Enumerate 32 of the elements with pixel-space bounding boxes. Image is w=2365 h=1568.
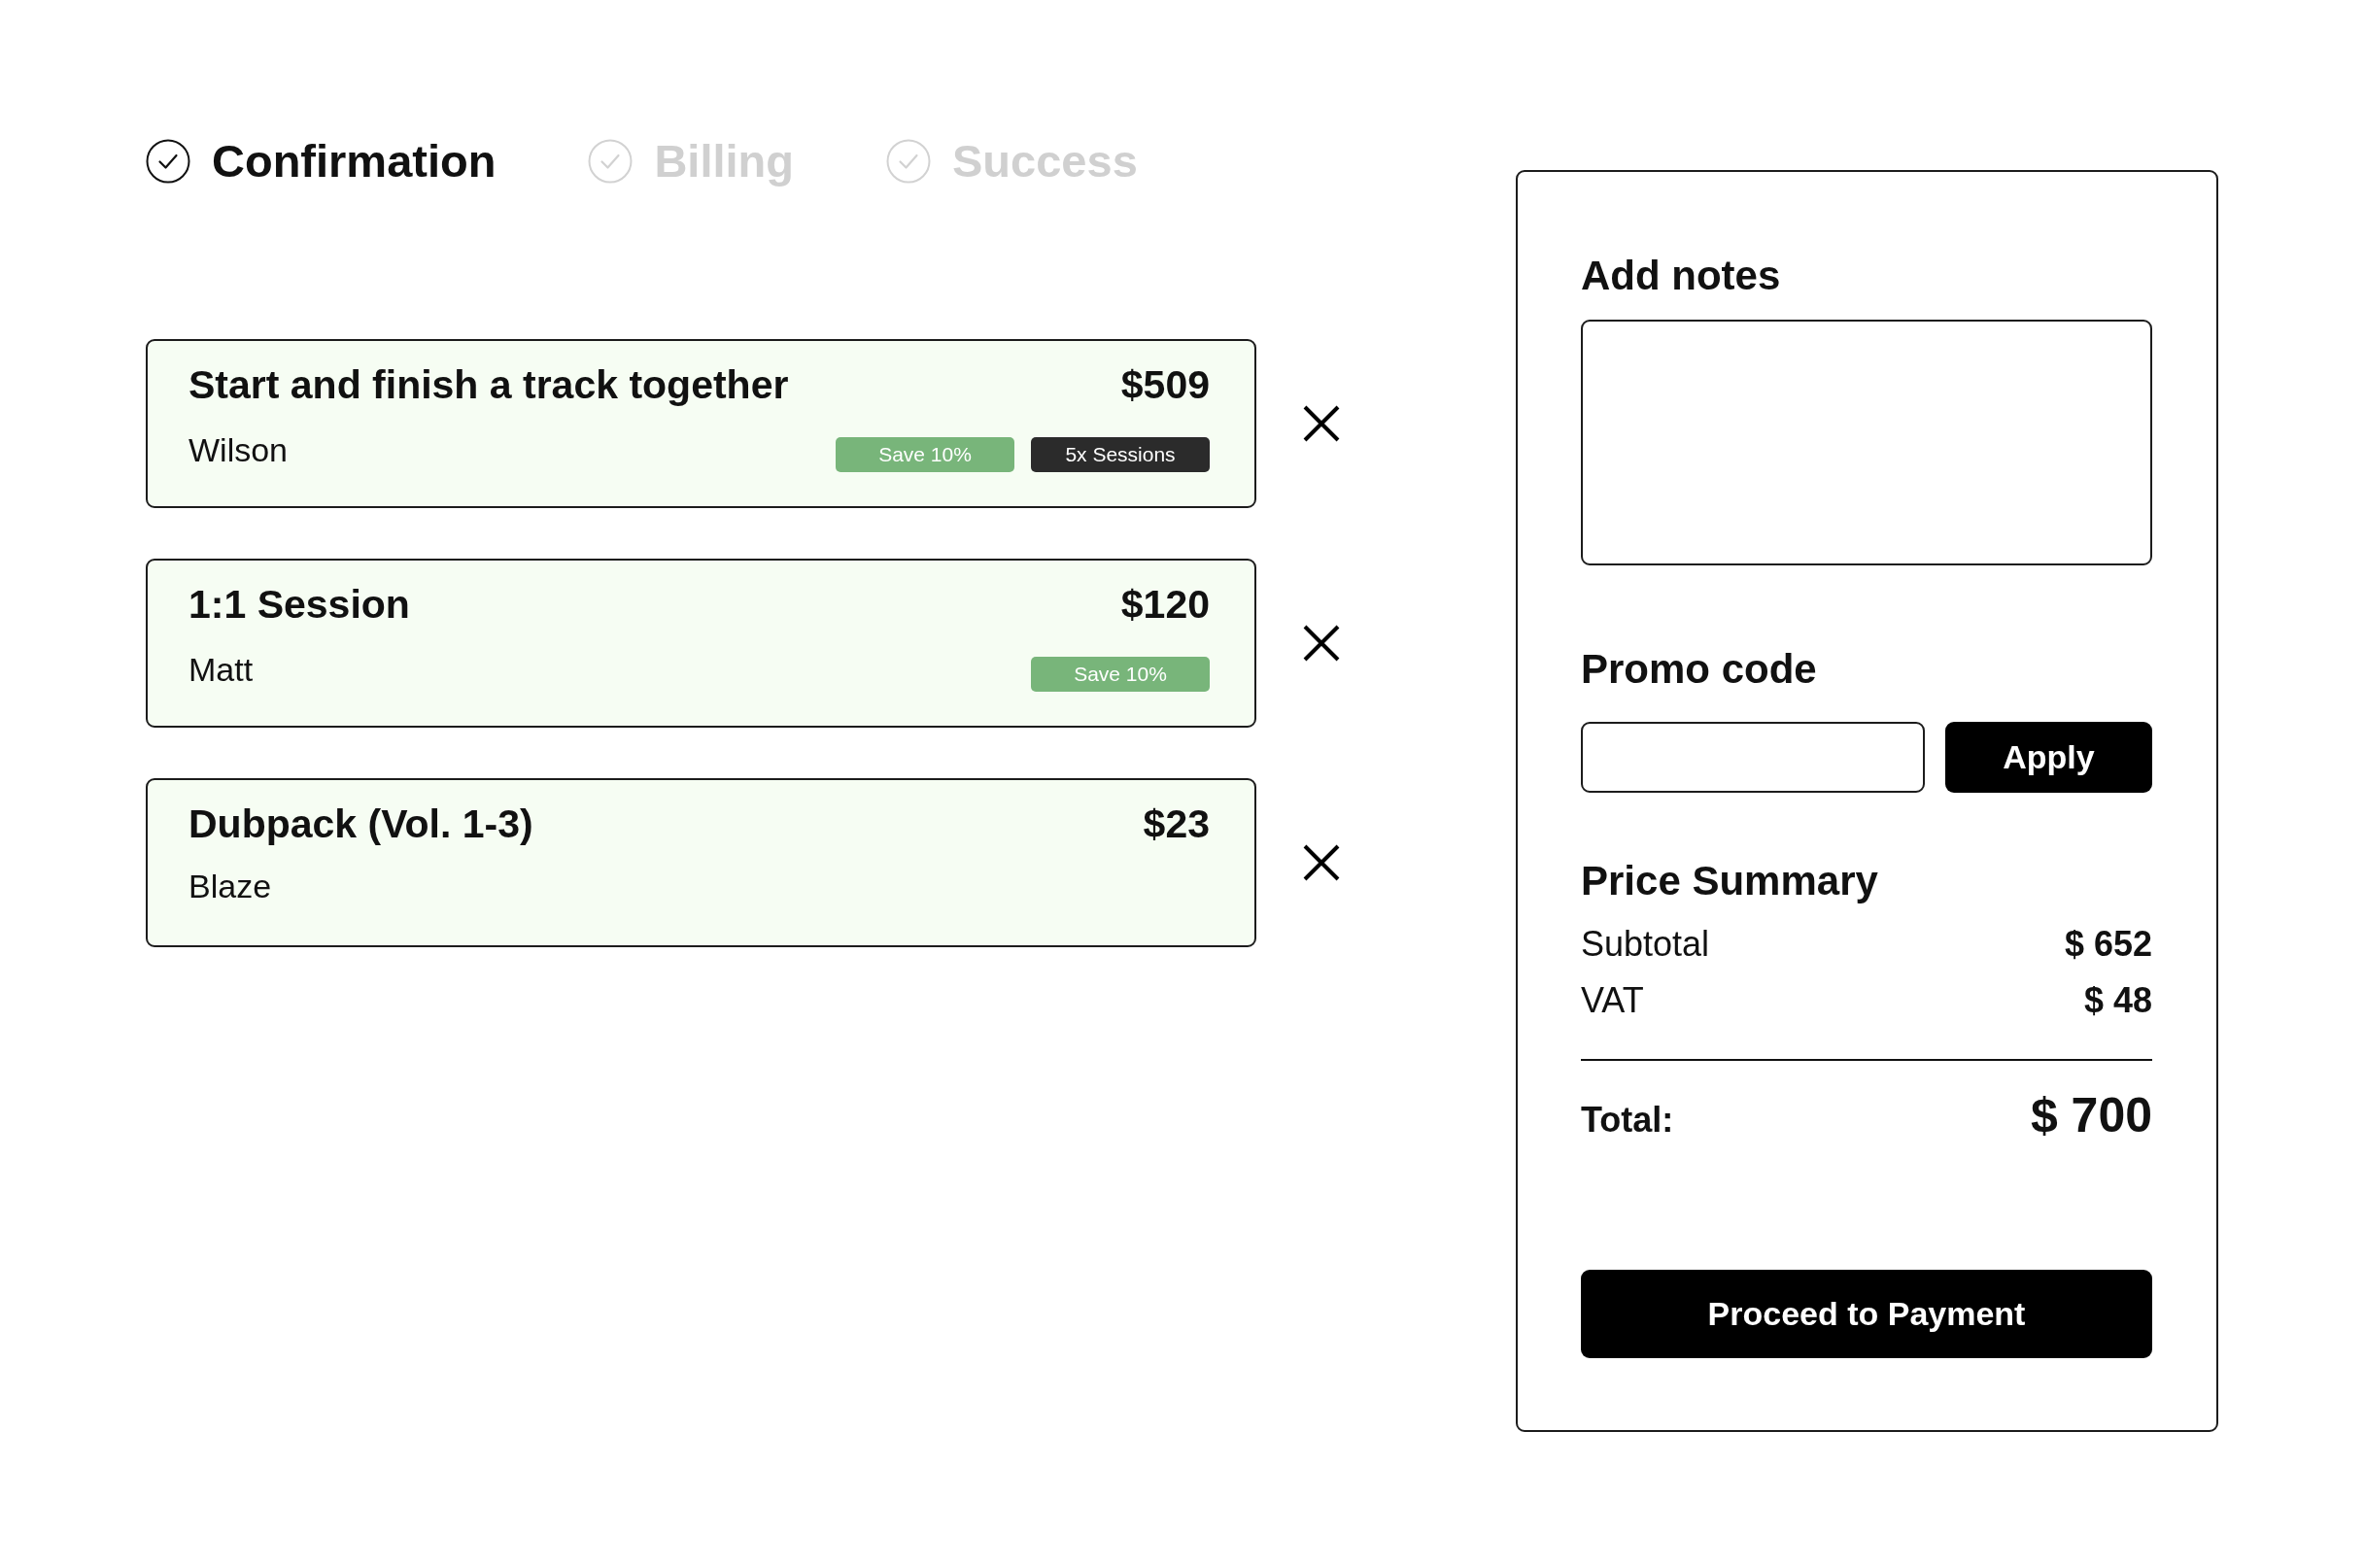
artist-name: Matt <box>189 649 254 690</box>
notes-field[interactable] <box>1581 320 2152 566</box>
item-price: $120 <box>1120 581 1210 629</box>
item-tag: Save 10% <box>1031 657 1210 693</box>
artist-name: Wilson <box>189 429 289 470</box>
close-icon <box>1302 843 1341 882</box>
item-title: Start and finish a track together <box>189 361 789 409</box>
promo-code-label: Promo code <box>1581 645 1818 695</box>
summary-label: Subtotal <box>1581 923 1710 966</box>
item-title: 1:1 Session <box>189 581 410 629</box>
artist-name: Blaze <box>189 867 272 906</box>
check-circle-icon <box>886 139 931 184</box>
check-circle-icon <box>588 139 634 184</box>
total-label: Total: <box>1581 1098 1674 1141</box>
notes-label: Add notes <box>1581 252 1782 300</box>
promo-code-field[interactable] <box>1581 721 1925 793</box>
summary-title: Price Summary <box>1581 856 1879 905</box>
apply-button[interactable]: Apply <box>1945 721 2152 793</box>
summary-value: $ 48 <box>2083 979 2152 1022</box>
close-icon <box>1302 404 1341 443</box>
check-circle-icon <box>146 139 190 184</box>
summary-label: VAT <box>1581 979 1644 1022</box>
close-icon <box>1302 624 1341 663</box>
item-tag: 5x Sessions <box>1031 437 1210 473</box>
step-label: Confirmation <box>212 133 497 188</box>
item-price: $509 <box>1120 361 1210 409</box>
summary-value: $ 652 <box>2064 923 2152 966</box>
item-price: $23 <box>1143 801 1210 848</box>
item-tag: Save 10% <box>836 437 1014 473</box>
item-title: Dubpack (Vol. 1-3) <box>189 801 533 848</box>
checkout-button[interactable]: Proceed to Payment <box>1581 1269 2152 1358</box>
total-value: $ 700 <box>2030 1086 2152 1144</box>
